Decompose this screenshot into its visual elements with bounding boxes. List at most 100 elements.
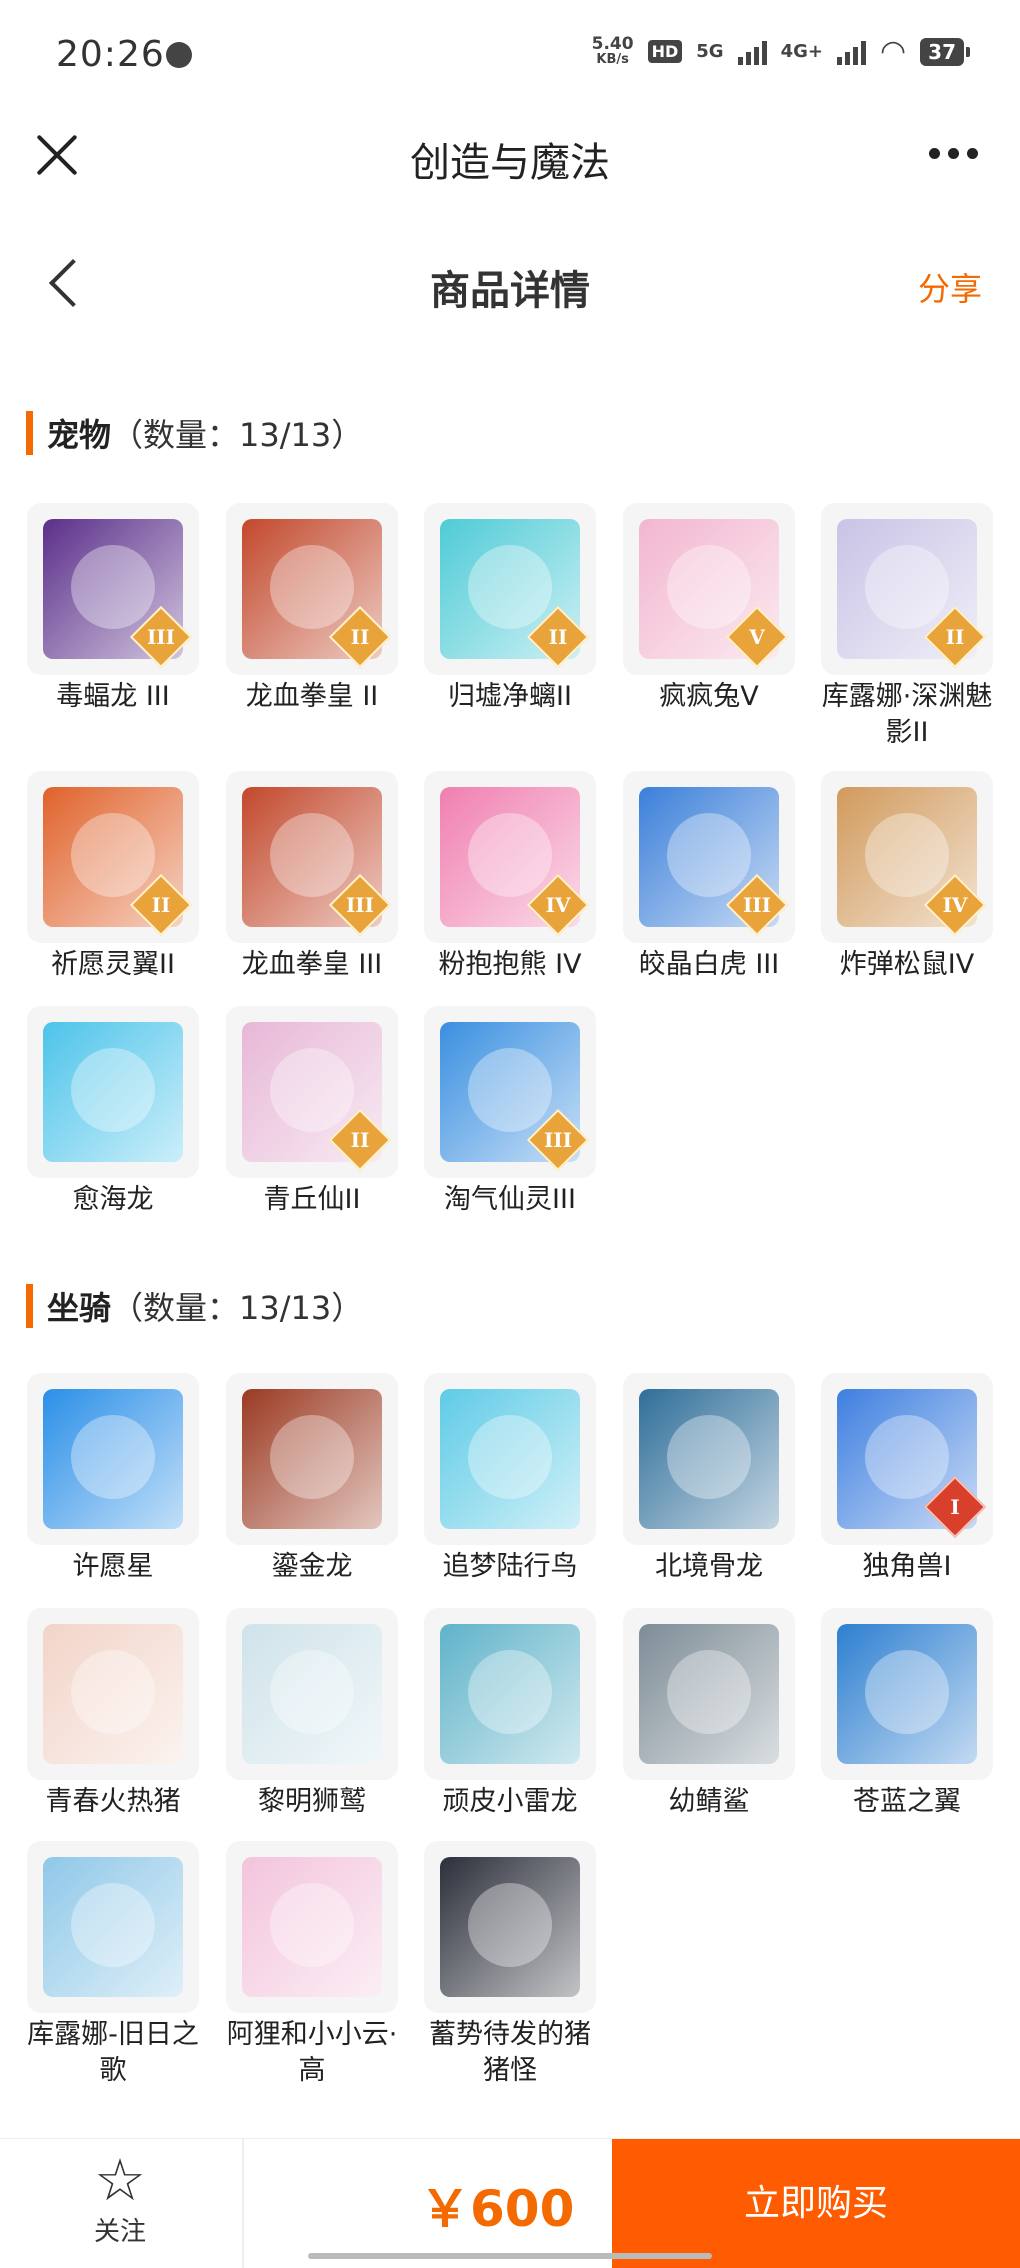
pets-item[interactable]: III 毒蝠龙 III — [27, 503, 199, 715]
network-speed-value: 5.40 — [591, 33, 634, 54]
signal-icon — [737, 39, 767, 65]
tier-label: III — [543, 1128, 573, 1152]
status-bar: 20:26 5.40 KB/s HD 5G 4G+ ◠ 37 — [0, 0, 1020, 110]
pets-item[interactable]: V 疯疯兔V — [623, 503, 795, 715]
5g-label: 5G — [696, 41, 724, 62]
item-label: 皎晶白虎 III — [638, 949, 780, 980]
item-label: 库露娜·深渊魅影II — [821, 681, 993, 748]
item-label: 顽皮小雷龙 — [442, 1786, 578, 1817]
mounts-section-header: 坐骑 （数量：13/13） — [26, 1283, 363, 1329]
share-button[interactable]: 分享 — [918, 264, 982, 310]
signal-icon-2 — [836, 39, 866, 65]
item-thumbnail: III — [424, 1006, 596, 1178]
item-image — [639, 1389, 779, 1529]
tier-label: III — [742, 893, 772, 917]
item-image — [440, 1624, 580, 1764]
pets-item[interactable]: IV 粉抱抱熊 IV — [424, 771, 596, 983]
more-icon[interactable] — [929, 148, 978, 159]
mounts-item[interactable]: 鎏金龙 — [226, 1373, 398, 1585]
tier-label: V — [749, 625, 765, 649]
item-thumbnail — [424, 1373, 596, 1545]
item-image — [242, 1857, 382, 1997]
pets-item[interactable]: 愈海龙 — [27, 1006, 199, 1218]
tier-label: II — [548, 625, 568, 649]
pets-item[interactable]: II 祈愿灵翼II — [27, 771, 199, 983]
item-image — [639, 1624, 779, 1764]
mounts-item[interactable]: 蓄势待发的猪猪怪 — [424, 1841, 596, 2089]
pets-item[interactable]: II 归墟净螭II — [424, 503, 596, 715]
globe-icon — [166, 42, 192, 68]
item-thumbnail — [226, 1608, 398, 1780]
mounts-item[interactable]: 苍蓝之翼 — [821, 1608, 993, 1820]
pets-item[interactable]: III 皎晶白虎 III — [623, 771, 795, 983]
item-thumbnail — [27, 1608, 199, 1780]
network-speed: 5.40 KB/s — [591, 33, 634, 68]
item-thumbnail — [821, 1608, 993, 1780]
item-thumbnail: I — [821, 1373, 993, 1545]
item-thumbnail — [623, 1608, 795, 1780]
pets-item[interactable]: IV 炸弹松鼠IV — [821, 771, 993, 983]
bottom-action-bar: ☆ 关注 ￥600 立即购买 — [0, 2138, 1020, 2268]
status-indicators: 5.40 KB/s HD 5G 4G+ ◠ 37 — [591, 33, 970, 69]
item-label: 炸弹松鼠IV — [839, 949, 975, 980]
item-label: 愈海龙 — [72, 1184, 154, 1215]
mounts-item[interactable]: 北境骨龙 — [623, 1373, 795, 1585]
item-image — [440, 1389, 580, 1529]
item-thumbnail: III — [27, 503, 199, 675]
item-image — [242, 1624, 382, 1764]
item-label: 黎明狮鹫 — [258, 1786, 366, 1817]
battery-icon: 37 — [920, 37, 970, 66]
tier-label: II — [350, 1128, 370, 1152]
mounts-item[interactable]: 追梦陆行鸟 — [424, 1373, 596, 1585]
mounts-item[interactable]: 青春火热猪 — [27, 1608, 199, 1820]
section-accent-bar — [26, 411, 33, 455]
wifi-icon: ◠ — [879, 34, 907, 69]
item-label: 鎏金龙 — [271, 1551, 353, 1582]
follow-button[interactable]: ☆ 关注 — [60, 2149, 180, 2248]
page-title: 商品详情 — [430, 268, 590, 314]
item-thumbnail — [27, 1006, 199, 1178]
app-title: 创造与魔法 — [410, 140, 610, 186]
mounts-item[interactable]: I 独角兽I — [821, 1373, 993, 1585]
item-label: 粉抱抱熊 IV — [438, 949, 582, 980]
item-label: 追梦陆行鸟 — [442, 1551, 578, 1582]
item-label: 蓄势待发的猪猪怪 — [429, 2019, 591, 2086]
tier-label: III — [146, 625, 176, 649]
item-thumbnail: II — [226, 503, 398, 675]
item-thumbnail: II — [424, 503, 596, 675]
tier-label: I — [950, 1495, 960, 1519]
item-label: 青春火热猪 — [45, 1786, 181, 1817]
mounts-item[interactable]: 幼鲭鲨 — [623, 1608, 795, 1820]
item-thumbnail: II — [821, 503, 993, 675]
mounts-section-title: 坐骑 — [47, 1289, 112, 1327]
pets-item[interactable]: II 青丘仙II — [226, 1006, 398, 1218]
pets-item[interactable]: II 库露娜·深渊魅影II — [821, 503, 993, 751]
item-label: 苍蓝之翼 — [853, 1786, 961, 1817]
mounts-item[interactable]: 库露娜-旧日之歌 — [27, 1841, 199, 2089]
item-label: 淘气仙灵III — [444, 1184, 576, 1215]
mounts-item[interactable]: 黎明狮鹫 — [226, 1608, 398, 1820]
mounts-item[interactable]: 顽皮小雷龙 — [424, 1608, 596, 1820]
buy-now-button[interactable]: 立即购买 — [612, 2139, 1020, 2268]
item-image — [440, 1857, 580, 1997]
item-thumbnail: V — [623, 503, 795, 675]
item-label: 归墟净螭II — [448, 681, 572, 712]
app-header: 创造与魔法 — [0, 110, 1020, 200]
pets-item[interactable]: II 龙血拳皇 II — [226, 503, 398, 715]
tier-label: IV — [545, 893, 571, 917]
status-time: 20:26 — [56, 34, 165, 75]
item-image — [837, 1624, 977, 1764]
pets-item[interactable]: III 龙血拳皇 III — [226, 771, 398, 983]
tier-label: II — [350, 625, 370, 649]
item-label: 阿狸和小小云·高 — [226, 2019, 398, 2086]
pets-item[interactable]: III 淘气仙灵III — [424, 1006, 596, 1218]
mounts-item[interactable]: 许愿星 — [27, 1373, 199, 1585]
item-label: 幼鲭鲨 — [668, 1786, 750, 1817]
pets-section-header: 宠物 （数量：13/13） — [26, 410, 363, 456]
item-thumbnail — [226, 1841, 398, 2013]
hd-icon: HD — [647, 40, 683, 63]
mounts-item[interactable]: 阿狸和小小云·高 — [226, 1841, 398, 2089]
follow-label: 关注 — [93, 2217, 146, 2247]
section-accent-bar — [26, 1284, 33, 1328]
item-label: 青丘仙II — [263, 1184, 361, 1215]
